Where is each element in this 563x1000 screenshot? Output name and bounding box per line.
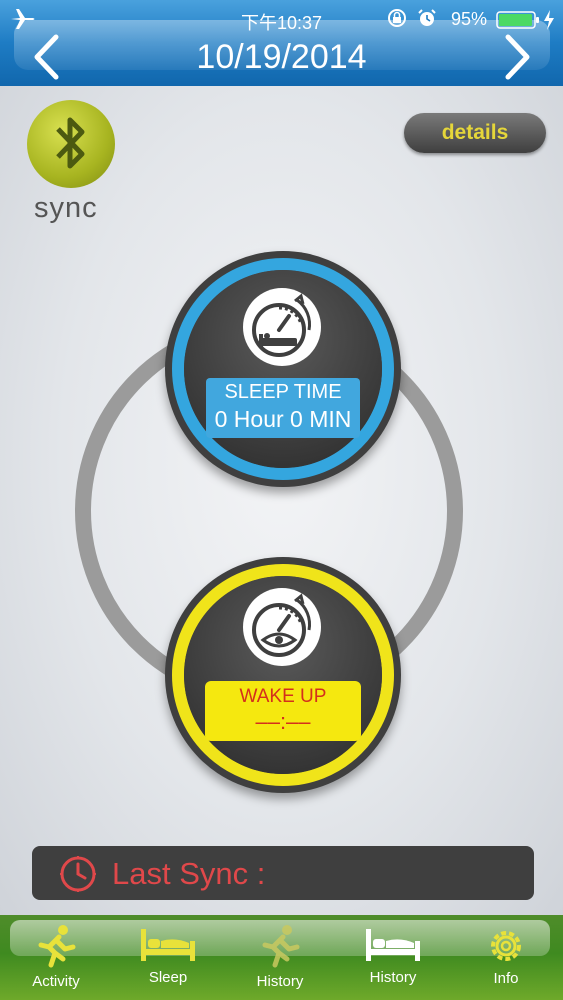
sleep-time-title: SLEEP TIME [224,381,342,403]
clock-icon [60,856,96,892]
wake-up-value: ––:–– [255,709,311,734]
tab-info-label: Info [493,970,519,987]
tab-sleep-history[interactable]: History [355,915,431,1000]
gear-icon [491,931,521,961]
battery-icon [496,11,539,29]
sync-label: sync [34,192,98,224]
sleep-time-panel: SLEEP TIME 0 Hour 0 MIN [206,378,360,438]
running-person-icon [38,925,76,968]
header-bar: 下午10:37 95% 10/19/2014 [0,0,563,86]
wake-up-title: WAKE UP [239,686,327,707]
tab-sleep-history-label: History [369,969,417,986]
wake-up-dial[interactable]: WAKE UP ––:–– [165,557,401,793]
charging-bolt-icon [544,10,554,30]
sleep-gauge-icon [243,288,321,366]
chevron-left-icon [34,34,59,80]
status-bar: 下午10:37 95% [0,0,563,38]
tab-activity-history-label: History [256,973,304,990]
last-sync-bar: Last Sync : [32,846,534,900]
battery-percent: 95% [450,9,487,29]
tab-info[interactable]: Info [468,915,544,1000]
wake-gauge-icon [243,588,321,666]
sleep-time-value: 0 Hour 0 MIN [214,406,352,432]
alarm-clock-icon [418,9,436,26]
running-person-icon [262,925,300,968]
wake-up-panel: WAKE UP ––:–– [205,681,361,741]
details-button[interactable]: details [404,113,546,153]
tab-bar: Activity Sleep History History Info [0,915,563,1000]
bluetooth-sync-button[interactable] [27,100,115,188]
tab-activity-history[interactable]: History [242,915,318,1000]
chevron-right-icon [505,34,530,80]
tab-activity[interactable]: Activity [18,915,94,1000]
rotation-lock-icon [388,9,406,27]
date-label: 10/19/2014 [196,38,367,76]
tab-sleep[interactable]: Sleep [130,915,206,1000]
bed-icon [366,929,420,961]
bluetooth-icon [56,117,85,169]
previous-day-button[interactable] [30,34,64,80]
tab-sleep-label: Sleep [148,969,188,986]
next-day-button[interactable] [500,34,534,80]
bed-icon [141,929,195,961]
last-sync-label: Last Sync : [112,856,266,891]
sleep-time-dial[interactable]: SLEEP TIME 0 Hour 0 MIN [165,251,401,487]
tab-activity-label: Activity [32,973,80,990]
